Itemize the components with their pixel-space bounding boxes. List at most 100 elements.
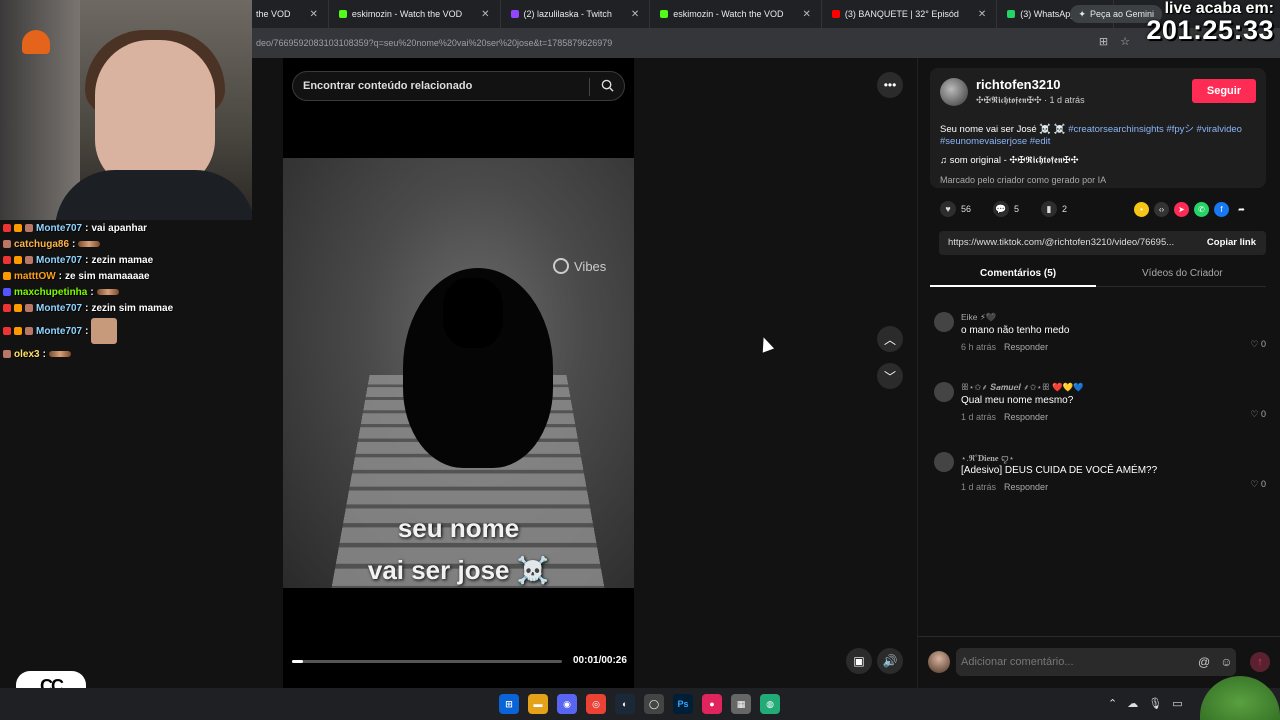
commenter-avatar[interactable] xyxy=(934,452,954,472)
whatsapp-icon[interactable]: ✆ xyxy=(1194,202,1209,217)
like-button[interactable]: ♥ 56 xyxy=(940,201,971,217)
browser-tab[interactable]: (3) BANQUETE | 32° Episód ✕ xyxy=(822,0,998,28)
close-tab-icon[interactable]: ✕ xyxy=(310,9,318,20)
comment-icon: 💬 xyxy=(993,201,1010,217)
like-count: 56 xyxy=(961,204,972,214)
chrome-icon[interactable]: ◎ xyxy=(586,694,606,714)
video-frame[interactable]: Vibes seu nome vai ser jose ☠️ xyxy=(283,158,634,588)
browser-tab[interactable]: eskimozin - Watch the VOD ✕ xyxy=(650,0,822,28)
discord-icon[interactable]: ◉ xyxy=(557,694,577,714)
box-app-icon[interactable]: ▦ xyxy=(731,694,751,714)
copy-link-box: https://www.tiktok.com/@richtofen3210/vi… xyxy=(939,231,1266,255)
follow-button[interactable]: Seguir xyxy=(1192,79,1256,103)
tab-comments[interactable]: Comentários (5) xyxy=(980,268,1056,279)
chat-badge-icon xyxy=(3,304,11,312)
emoji-icon[interactable]: ☺ xyxy=(1220,655,1232,669)
share-arrow-icon[interactable]: ➦ xyxy=(1234,202,1249,217)
commenter-name[interactable]: Eike ⚡🖤 xyxy=(961,312,996,323)
active-tab-indicator xyxy=(930,285,1096,287)
gemini-label: Peça ao Gemini xyxy=(1089,9,1154,19)
close-tab-icon[interactable]: ✕ xyxy=(481,9,489,20)
close-tab-icon[interactable]: ✕ xyxy=(978,9,986,20)
file-explorer-icon[interactable]: ▬ xyxy=(528,694,548,714)
chat-username[interactable]: Monte707 xyxy=(36,223,82,234)
chat-username[interactable]: Monte707 xyxy=(36,326,82,337)
chat-username[interactable]: Monte707 xyxy=(36,255,82,266)
reply-button[interactable]: Responder xyxy=(1004,482,1048,492)
comment-button[interactable]: 💬 5 xyxy=(993,201,1019,217)
commenter-name[interactable]: ꕥ⋆✩⸙ 𝑺𝒂𝒎𝒖𝒆𝒍 ⸙✩⋆ꕥ ❤️💛💙 xyxy=(961,382,1084,393)
mention-icon[interactable]: @ xyxy=(1198,655,1210,669)
chat-username[interactable]: matttOW xyxy=(14,271,56,282)
comment-input[interactable]: Adicionar comentário... xyxy=(956,648,1236,676)
video-player[interactable]: Encontrar conteúdo relacionado Vibes seu… xyxy=(283,58,634,688)
steam-icon[interactable]: ◐ xyxy=(615,694,635,714)
music-link[interactable]: ♫ som original - ✣✠𝕽𝖎𝖈𝖍𝖙𝖔𝖋𝖊𝖓✠✣ xyxy=(940,155,1079,166)
chat-emote-icon xyxy=(78,241,101,247)
url-text[interactable]: deo/7669592083103108359?q=seu%20nome%20v… xyxy=(256,38,612,48)
creator-avatar[interactable] xyxy=(940,78,968,106)
send-comment-button[interactable]: ↑ xyxy=(1250,652,1270,672)
browser-tab[interactable]: eskimozin - Watch the VOD ✕ xyxy=(329,0,501,28)
save-count: 2 xyxy=(1062,204,1068,214)
timer-value: 201:25:33 xyxy=(1146,15,1274,45)
comment-like-button[interactable]: ♡ 0 xyxy=(1250,409,1266,420)
reply-button[interactable]: Responder xyxy=(1004,342,1048,352)
app-icon[interactable]: ● xyxy=(702,694,722,714)
close-tab-icon[interactable]: ✕ xyxy=(802,9,810,20)
address-bar[interactable]: deo/7669592083103108359?q=seu%20nome%20v… xyxy=(252,28,1280,58)
close-tab-icon[interactable]: ✕ xyxy=(631,9,639,20)
more-options-button[interactable]: ••• xyxy=(877,72,903,98)
tab-title: the VOD xyxy=(256,9,291,19)
chat-badge-icon xyxy=(25,304,33,312)
tray-chevron-icon[interactable]: ⌃ xyxy=(1108,697,1117,710)
save-button[interactable]: ▮ 2 xyxy=(1041,201,1067,217)
video-progress-bar[interactable] xyxy=(292,660,562,663)
tab-creator-videos[interactable]: Vídeos do Criador xyxy=(1142,268,1223,279)
commenter-avatar[interactable] xyxy=(934,312,954,332)
next-video-button[interactable]: ﹀ xyxy=(877,363,903,389)
chat-username[interactable]: Monte707 xyxy=(36,303,82,314)
browser-tab[interactable]: (2) lazulilaska - Twitch ✕ xyxy=(501,0,651,28)
commenter-avatar[interactable] xyxy=(934,382,954,402)
chat-badge-icon xyxy=(3,224,11,232)
tab-title: (3) BANQUETE | 32° Episód xyxy=(844,9,959,19)
mic-icon[interactable]: 🎙 xyxy=(1148,697,1162,710)
comment-like-count: 0 xyxy=(1260,339,1266,349)
send-icon[interactable]: ➤ xyxy=(1174,202,1189,217)
obs-icon[interactable]: ◯ xyxy=(644,694,664,714)
chat-username[interactable]: olex3 xyxy=(14,349,40,360)
embed-icon[interactable]: ‹› xyxy=(1154,202,1169,217)
comment-meta: 1 d atrás Responder xyxy=(961,482,1048,492)
related-search-input[interactable]: Encontrar conteúdo relacionado xyxy=(292,71,625,101)
coin-icon[interactable]: • xyxy=(1134,202,1149,217)
cloud-icon[interactable]: ☁ xyxy=(1127,697,1138,710)
video-link[interactable]: https://www.tiktok.com/@richtofen3210/vi… xyxy=(948,237,1186,248)
bookmark-icon: ▮ xyxy=(1041,201,1058,217)
search-icon[interactable] xyxy=(601,79,614,92)
tab-favicon-icon xyxy=(510,10,519,18)
chat-separator: : xyxy=(72,238,76,250)
commenter-name[interactable]: ⋆.𝕽˚𝐃𝐢𝐞𝐧𝐞 ꨄ⋆ xyxy=(961,452,1014,464)
bookmark-star-icon[interactable]: ☆ xyxy=(1120,35,1130,48)
translate-icon[interactable]: ⊞ xyxy=(1099,35,1108,48)
comment-like-button[interactable]: ♡ 0 xyxy=(1250,339,1266,350)
volume-button[interactable]: 🔊 xyxy=(877,648,903,674)
globe-app-icon[interactable]: ◍ xyxy=(760,694,780,714)
display-icon[interactable]: ▭ xyxy=(1172,697,1182,710)
creator-username[interactable]: richtofen3210 xyxy=(976,77,1061,92)
reply-button[interactable]: Responder xyxy=(1004,412,1048,422)
streamer-shirt xyxy=(55,170,252,220)
chat-username[interactable]: catchuga86 xyxy=(14,239,69,250)
browser-tab[interactable]: the VOD ✕ xyxy=(252,0,329,28)
ai-generated-label: Marcado pelo criador como gerado por IA xyxy=(940,175,1107,185)
previous-video-button[interactable]: ︿ xyxy=(877,326,903,352)
arrow-up-icon: ↑ xyxy=(1257,656,1263,668)
windows-start-icon[interactable]: ⊞ xyxy=(499,694,519,714)
copy-link-button[interactable]: Copiar link xyxy=(1207,237,1256,248)
miniplayer-button[interactable]: ▣ xyxy=(846,648,872,674)
facebook-icon[interactable]: f xyxy=(1214,202,1229,217)
chat-username[interactable]: maxchupetinha xyxy=(14,287,87,298)
photoshop-icon[interactable]: Ps xyxy=(673,694,693,714)
comment-like-button[interactable]: ♡ 0 xyxy=(1250,479,1266,490)
